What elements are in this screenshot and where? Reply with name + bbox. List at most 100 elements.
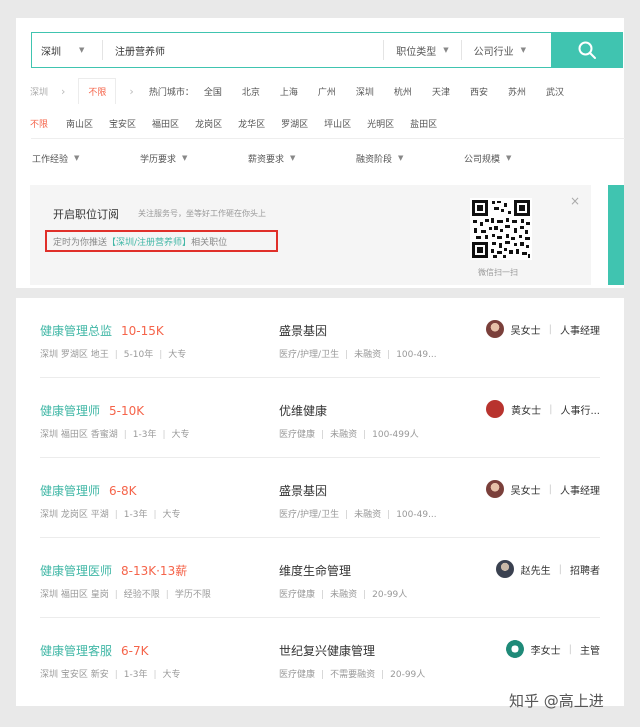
city-link[interactable]: 杭州 xyxy=(394,85,412,98)
city-link[interactable]: 北京 xyxy=(242,85,260,98)
job-title-line[interactable]: 健康管理师 5-10K xyxy=(40,402,144,419)
divider: | xyxy=(548,323,552,335)
city-select[interactable]: 深圳 ▼ xyxy=(32,33,102,67)
industry-select[interactable]: 公司行业 ▼ xyxy=(462,33,538,67)
subscription-title: 开启职位订阅 xyxy=(53,208,119,221)
job-education: 大专 xyxy=(171,430,190,440)
job-experience: 5-10年 xyxy=(123,350,154,360)
district-link[interactable]: 坪山区 xyxy=(324,117,351,130)
recruiter: 赵先生 | 招聘者 xyxy=(495,560,600,578)
company-industry: 医疗/护理/卫生 xyxy=(279,350,340,360)
divider: | xyxy=(153,510,157,520)
job-card[interactable]: 健康管理师 5-10K 深圳 福田区 香蜜湖 | 1-3年 | 大专 优维健康 医疗健康 |… xyxy=(40,378,600,458)
push-suffix: 相关职位 xyxy=(191,237,228,248)
close-icon[interactable]: × xyxy=(570,194,580,208)
filter-education[interactable]: 学历要求 ▼ xyxy=(140,152,248,165)
chevron-down-icon: ▼ xyxy=(182,154,188,162)
divider: | xyxy=(387,510,391,520)
recruiter-name: 黄女士 xyxy=(511,405,542,417)
current-city[interactable]: 深圳 xyxy=(30,85,48,98)
search-input[interactable] xyxy=(103,33,384,67)
company-name[interactable]: 维度生命管理 xyxy=(279,562,351,579)
job-list: 健康管理总监 10-15K 深圳 罗湖区 地王 | 5-10年 | 大专 盛景基因 医疗/… xyxy=(16,298,624,706)
city-link[interactable]: 上海 xyxy=(280,85,298,98)
city-link[interactable]: 深圳 xyxy=(356,85,374,98)
push-keyword: 【深圳/注册营养师】 xyxy=(107,237,192,248)
chevron-down-icon: ▼ xyxy=(74,154,80,162)
district-link[interactable]: 龙华区 xyxy=(238,117,265,130)
job-title-line[interactable]: 健康管理医师 8-13K·13薪 xyxy=(40,562,187,579)
city-link[interactable]: 全国 xyxy=(204,85,222,98)
job-meta: 深圳 罗湖区 地王 | 5-10年 | 大专 xyxy=(40,347,186,360)
city-unlimited[interactable]: 不限 xyxy=(78,78,117,104)
filter-experience[interactable]: 工作经验 ▼ xyxy=(32,152,140,165)
chevron-down-icon: ▼ xyxy=(506,154,512,162)
recruiter-role: 人事经理 xyxy=(560,485,600,497)
district-link[interactable]: 盐田区 xyxy=(410,117,437,130)
filter-company-size[interactable]: 公司规模 ▼ xyxy=(464,152,511,165)
company-industry: 医疗健康 xyxy=(279,430,316,440)
district-unlimited[interactable]: 不限 xyxy=(30,117,48,130)
city-link[interactable]: 天津 xyxy=(432,85,450,98)
company-size: 100-499人 xyxy=(372,430,419,440)
district-link[interactable]: 龙岗区 xyxy=(195,117,222,130)
job-title-line[interactable]: 健康管理客服 6-7K xyxy=(40,642,148,659)
recruiter-role: 人事行... xyxy=(560,405,600,417)
job-title: 健康管理客服 xyxy=(40,644,113,658)
hot-cities-label: 热门城市： xyxy=(148,87,194,98)
job-meta: 深圳 福田区 香蜜湖 | 1-3年 | 大专 xyxy=(40,427,190,440)
district-link[interactable]: 光明区 xyxy=(367,117,394,130)
job-location: 深圳 福田区 香蜜湖 xyxy=(40,430,118,440)
job-experience: 1-3年 xyxy=(132,430,157,440)
search-bar: 深圳 ▼ 职位类型 ▼ 公司行业 ▼ xyxy=(31,32,623,68)
job-title-line[interactable]: 健康管理师 6-8K xyxy=(40,482,136,499)
job-title: 健康管理师 xyxy=(40,404,101,418)
city-link[interactable]: 西安 xyxy=(470,85,488,98)
qr-code-icon xyxy=(470,198,532,260)
side-tab[interactable] xyxy=(608,185,624,285)
district-link[interactable]: 南山区 xyxy=(66,117,93,130)
avatar xyxy=(505,640,524,658)
push-prefix: 定时为你推送 xyxy=(53,237,108,248)
job-title: 健康管理总监 xyxy=(40,324,113,338)
company-name[interactable]: 优维健康 xyxy=(279,402,327,419)
divider: | xyxy=(114,590,118,600)
job-experience: 1-3年 xyxy=(123,670,148,680)
filter-salary[interactable]: 薪资要求 ▼ xyxy=(248,152,356,165)
job-card[interactable]: 健康管理医师 8-13K·13薪 深圳 福田区 皇岗 | 经验不限 | 学历不限 维度生命… xyxy=(40,538,600,618)
job-card[interactable]: 健康管理总监 10-15K 深圳 罗湖区 地王 | 5-10年 | 大专 盛景基因 医疗/… xyxy=(40,298,600,378)
city-link[interactable]: 苏州 xyxy=(508,85,526,98)
job-type-select[interactable]: 职位类型 ▼ xyxy=(384,33,460,67)
job-type-label: 职位类型 xyxy=(396,46,437,58)
job-card[interactable]: 健康管理客服 6-7K 深圳 宝安区 新安 | 1-3年 | 大专 世纪复兴健康管理 医疗… xyxy=(40,618,600,698)
company-name[interactable]: 盛景基因 xyxy=(279,322,327,339)
job-education: 学历不限 xyxy=(174,590,211,600)
job-title-line[interactable]: 健康管理总监 10-15K xyxy=(40,322,164,339)
district-link[interactable]: 罗湖区 xyxy=(281,117,308,130)
district-link[interactable]: 宝安区 xyxy=(109,117,136,130)
job-card[interactable]: 健康管理师 6-8K 深圳 龙岗区 平湖 | 1-3年 | 大专 盛景基因 医疗/护理/卫… xyxy=(40,458,600,538)
search-button[interactable] xyxy=(551,32,623,68)
district-link[interactable]: 福田区 xyxy=(152,117,179,130)
recruiter: 吴女士 | 人事经理 xyxy=(485,480,600,498)
company-size: 20-99人 xyxy=(372,590,408,600)
company-funding: 未融资 xyxy=(354,350,382,360)
divider: | xyxy=(321,670,325,680)
divider: | xyxy=(123,430,127,440)
company-name[interactable]: 盛景基因 xyxy=(279,482,327,499)
company-meta: 医疗健康 | 未融资 | 20-99人 xyxy=(279,587,407,600)
divider: | xyxy=(548,483,552,495)
chevron-down-icon: ▼ xyxy=(520,46,526,54)
divider: | xyxy=(321,590,325,600)
job-location: 深圳 宝安区 新安 xyxy=(40,670,109,680)
chevron-down-icon: ▼ xyxy=(398,154,404,162)
filter-funding[interactable]: 融资阶段 ▼ xyxy=(356,152,464,165)
company-meta: 医疗/护理/卫生 | 未融资 | 100-49... xyxy=(279,347,437,360)
city-link[interactable]: 广州 xyxy=(318,85,336,98)
avatar xyxy=(485,480,504,498)
city-link[interactable]: 武汉 xyxy=(546,85,564,98)
company-name[interactable]: 世纪复兴健康管理 xyxy=(279,642,375,659)
recruiter: 李女士 | 主管 xyxy=(505,640,600,658)
job-salary: 10-15K xyxy=(121,324,164,338)
company-meta: 医疗/护理/卫生 | 未融资 | 100-49... xyxy=(279,507,437,520)
